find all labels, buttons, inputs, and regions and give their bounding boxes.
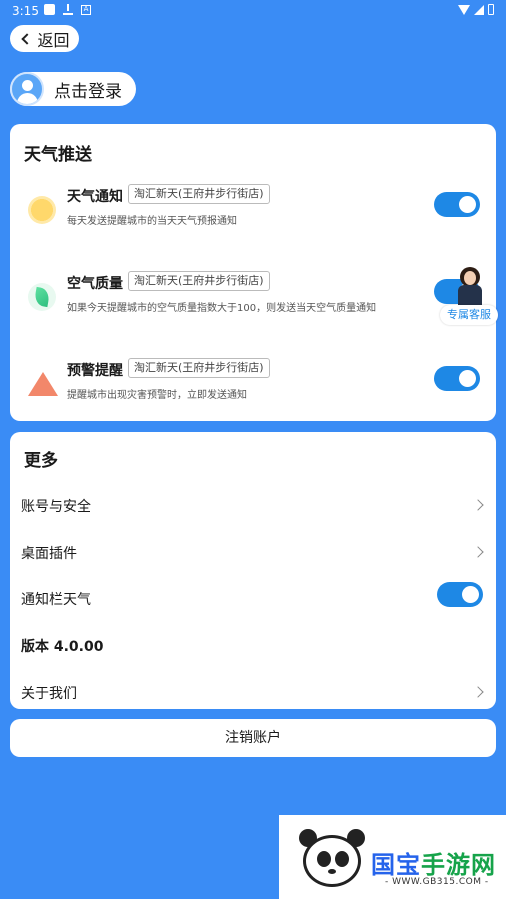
status-bar: 3:15 A <box>0 0 506 22</box>
watermark-url: - WWW.GB315.COM - <box>385 877 489 887</box>
push-item-warning: 预警提醒 淘汇新天(王府井步行街店) 提醒城市出现灾害预警时，立即发送通知 <box>10 358 496 420</box>
menu-item-label: 桌面插件 <box>21 546 77 562</box>
notification-icon <box>44 4 55 15</box>
warning-alert-toggle[interactable] <box>434 366 480 391</box>
customer-service-widget[interactable]: 专属客服 <box>438 265 498 327</box>
push-item-air-quality: 空气质量 淘汇新天(王府井步行街店) 如果今天提醒城市的空气质量指数大于100，… <box>10 271 496 333</box>
weather-notify-toggle[interactable] <box>434 192 480 217</box>
menu-item-label: 账号与安全 <box>21 499 91 515</box>
location-badge: 淘汇新天(王府井步行街店) <box>128 184 270 204</box>
watermark-title: 国宝手游网 <box>371 851 496 879</box>
notification-bar-weather-toggle[interactable] <box>437 582 483 607</box>
watermark-logo: 国宝手游网 - WWW.GB315.COM - <box>279 815 506 899</box>
agent-avatar-icon <box>456 265 484 307</box>
avatar <box>10 72 44 106</box>
menu-item-notification-weather: 通知栏天气 <box>10 575 496 621</box>
menu-item-version: 版本 4.0.00 <box>10 622 496 668</box>
back-button[interactable]: 返回 <box>10 25 79 52</box>
sun-icon <box>28 196 56 224</box>
chevron-right-icon <box>472 546 484 558</box>
location-badge: 淘汇新天(王府井步行街店) <box>128 271 270 291</box>
status-time: 3:15 <box>12 4 39 18</box>
push-item-desc: 如果今天提醒城市的空气质量指数大于100，则发送当天空气质量通知 <box>67 303 377 314</box>
menu-item-desktop-widget[interactable]: 桌面插件 <box>10 529 496 575</box>
chevron-right-icon <box>472 686 484 698</box>
more-card: 更多 账号与安全 桌面插件 通知栏天气 版本 4.0.00 关于我们 <box>10 432 496 709</box>
panda-logo-icon <box>299 829 365 891</box>
back-label: 返回 <box>37 30 70 50</box>
menu-item-account-security[interactable]: 账号与安全 <box>10 482 496 528</box>
push-item-name: 天气通知 <box>67 189 123 205</box>
chevron-left-icon <box>21 32 34 45</box>
section-title: 天气推送 <box>24 145 92 165</box>
weather-push-card: 天气推送 天气通知 淘汇新天(王府井步行街店) 每天发送提醒城市的当天天气预报通… <box>10 124 496 421</box>
login-label: 点击登录 <box>54 81 122 102</box>
chevron-right-icon <box>472 499 484 511</box>
push-item-desc: 提醒城市出现灾害预警时，立即发送通知 <box>67 390 247 401</box>
menu-item-label: 关于我们 <box>21 686 77 702</box>
menu-item-label: 通知栏天气 <box>21 592 91 608</box>
login-button[interactable]: 点击登录 <box>10 72 136 106</box>
push-item-name: 预警提醒 <box>67 363 123 379</box>
wifi-icon <box>458 4 470 15</box>
push-item-name: 空气质量 <box>67 276 123 292</box>
version-label: 版本 4.0.00 <box>21 639 104 655</box>
location-badge: 淘汇新天(王府井步行街店) <box>128 358 270 378</box>
battery-icon <box>488 4 494 15</box>
download-icon <box>63 4 73 15</box>
push-item-desc: 每天发送提醒城市的当天天气预报通知 <box>67 216 237 227</box>
signal-icon <box>474 4 484 15</box>
logout-button[interactable]: 注销账户 <box>10 719 496 757</box>
customer-service-button[interactable]: 专属客服 <box>440 305 498 325</box>
push-item-weather: 天气通知 淘汇新天(王府井步行街店) 每天发送提醒城市的当天天气预报通知 <box>10 184 496 246</box>
warning-icon <box>28 372 58 396</box>
leaf-icon <box>28 283 56 311</box>
menu-item-about[interactable]: 关于我们 <box>10 669 496 715</box>
app-badge-icon: A <box>81 4 91 15</box>
section-title: 更多 <box>24 451 58 471</box>
